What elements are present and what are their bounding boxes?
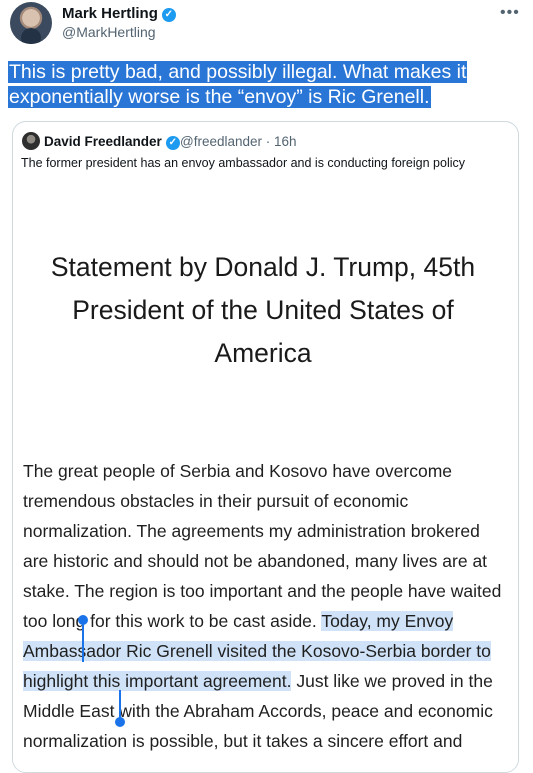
statement-title: Statement by Donald J. Trump, 45th Presi… (50, 252, 476, 368)
cropped-header-text (163, 180, 363, 188)
statement-body-before: The great people of Serbia and Kosovo ha… (23, 461, 502, 631)
selection-end-cursor (119, 690, 121, 718)
quoted-author-name-row[interactable]: David Freedlander ✓ (44, 134, 180, 150)
tweet-text: This is pretty bad, and possibly illegal… (8, 60, 508, 110)
statement-image[interactable]: Statement by Donald J. Trump, 45th Presi… (13, 180, 518, 772)
selection-start-cursor (82, 622, 84, 662)
author-avatar[interactable] (10, 2, 52, 44)
author-handle[interactable]: @MarkHertling (62, 24, 156, 40)
author-name-row[interactable]: Mark Hertling ✓ (62, 5, 176, 22)
quoted-tweet-card[interactable]: David Freedlander ✓ @freedlander · 16h Th… (12, 121, 519, 773)
quoted-tweet-text: The former president has an envoy ambass… (21, 156, 466, 170)
selection-end-handle[interactable] (115, 717, 125, 727)
quoted-author-handle-time[interactable]: @freedlander · 16h (180, 134, 297, 149)
author-name[interactable]: Mark Hertling (62, 5, 158, 22)
tweet-text-selected: This is pretty bad, and possibly illegal… (8, 61, 468, 108)
quoted-author-name[interactable]: David Freedlander (44, 134, 162, 149)
statement-body: The great people of Serbia and Kosovo ha… (23, 456, 503, 756)
quoted-verified-badge-icon: ✓ (165, 136, 180, 150)
quoted-author-avatar[interactable] (22, 132, 40, 150)
more-options-icon[interactable]: ••• (500, 4, 520, 22)
verified-badge-icon: ✓ (161, 8, 176, 22)
